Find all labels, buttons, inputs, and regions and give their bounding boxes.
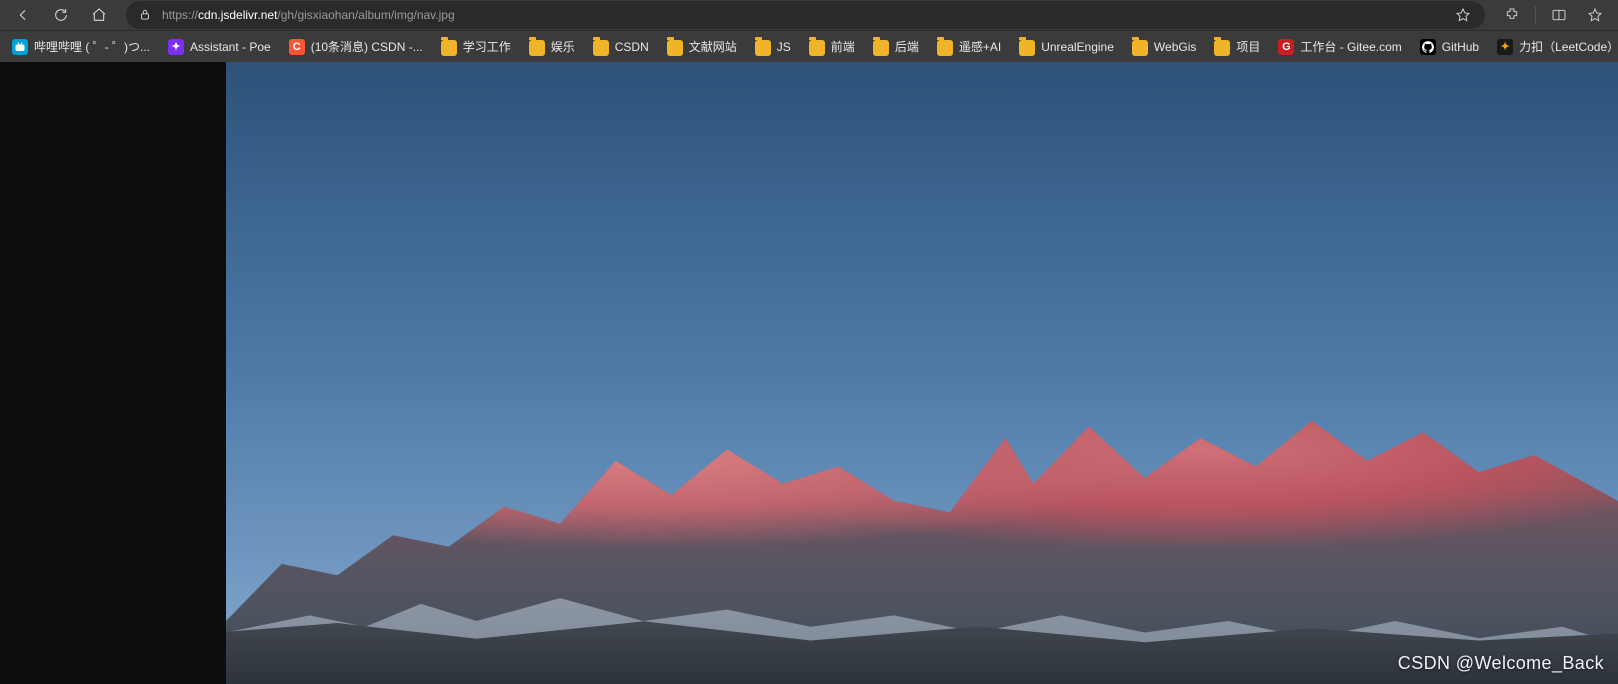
bookmark-item[interactable]: WebGis [1124,34,1204,60]
csdn-favicon-icon: C [289,39,305,55]
bookmark-item[interactable]: 后端 [865,34,927,60]
bookmark-item[interactable]: UnrealEngine [1011,34,1122,60]
folder-icon [873,40,889,56]
bookmark-label: Assistant - Poe [190,40,271,54]
bookmark-label: 工作台 - Gitee.com [1300,38,1401,55]
back-button[interactable] [6,2,40,28]
bookmark-label: (10条消息) CSDN -... [311,38,423,55]
bookmark-label: 力扣（LeetCode）... [1519,38,1618,55]
browser-toolbar: https:// cdn.jsdelivr.net /gh/gisxiaohan… [0,0,1618,30]
image-letterbox-left [0,62,226,684]
folder-icon [1132,40,1148,56]
url-scheme: https:// [162,8,198,22]
bookmark-label: 遥感+AI [959,38,1001,55]
bookmark-item[interactable]: G 工作台 - Gitee.com [1270,34,1409,60]
bookmark-item[interactable]: ✦ Assistant - Poe [160,34,279,60]
toolbar-right-actions [1495,2,1612,28]
displayed-image: CSDN @Welcome_Back [226,62,1618,684]
bookmark-item[interactable]: 哔哩哔哩 ( ゜- ゜)つ... [4,34,158,60]
refresh-button[interactable] [44,2,78,28]
url-path: /gh/gisxiaohan/album/img/nav.jpg [277,8,454,22]
bookmark-label: 学习工作 [463,38,511,55]
site-info-icon[interactable] [136,8,154,22]
favorite-star-icon[interactable] [1449,3,1477,27]
folder-icon [1214,40,1230,56]
bilibili-favicon-icon [12,39,28,55]
bookmark-label: 前端 [831,38,855,55]
folder-icon [593,40,609,56]
folder-icon [809,40,825,56]
bookmark-item[interactable]: CSDN [585,34,657,60]
folder-icon [667,40,683,56]
bookmark-label: GitHub [1442,40,1479,54]
bookmark-label: UnrealEngine [1041,40,1114,54]
folder-icon [529,40,545,56]
bookmark-item[interactable]: 娱乐 [521,34,583,60]
bookmark-label: 项目 [1236,38,1260,55]
github-favicon-icon [1420,39,1436,55]
bookmark-label: 文献网站 [689,38,737,55]
bookmark-item[interactable]: 前端 [801,34,863,60]
collections-icon[interactable] [1578,2,1612,28]
folder-icon [1019,40,1035,56]
bookmark-item[interactable]: 学习工作 [433,34,519,60]
bookmark-label: 后端 [895,38,919,55]
url-host: cdn.jsdelivr.net [198,8,277,22]
url-display: https:// cdn.jsdelivr.net /gh/gisxiaohan… [162,8,455,22]
leetcode-favicon-icon: ✦ [1497,39,1513,55]
bookmark-item[interactable]: 项目 [1206,34,1268,60]
home-button[interactable] [82,2,116,28]
bookmark-label: WebGis [1154,40,1196,54]
toolbar-divider [1535,6,1536,24]
gitee-favicon-icon: G [1278,39,1294,55]
address-bar[interactable]: https:// cdn.jsdelivr.net /gh/gisxiaohan… [126,1,1485,29]
folder-icon [755,40,771,56]
bookmark-item[interactable]: ✦ 力扣（LeetCode）... [1489,34,1618,60]
folder-icon [441,40,457,56]
split-screen-icon[interactable] [1542,2,1576,28]
extensions-icon[interactable] [1495,2,1529,28]
bookmark-item[interactable]: GitHub [1412,34,1487,60]
bookmarks-bar: 哔哩哔哩 ( ゜- ゜)つ... ✦ Assistant - Poe C (10条消息)… [0,30,1618,62]
bookmark-label: 娱乐 [551,38,575,55]
folder-icon [937,40,953,56]
poe-favicon-icon: ✦ [168,39,184,55]
bookmark-label: JS [777,40,791,54]
bookmark-label: 哔哩哔哩 ( ゜- ゜)つ... [34,38,150,55]
bookmark-item[interactable]: JS [747,34,799,60]
bookmark-item[interactable]: 文献网站 [659,34,745,60]
bookmark-item[interactable]: C (10条消息) CSDN -... [281,34,431,60]
bookmark-label: CSDN [615,40,649,54]
bookmark-item[interactable]: 遥感+AI [929,34,1009,60]
page-viewport: CSDN @Welcome_Back [0,62,1618,684]
